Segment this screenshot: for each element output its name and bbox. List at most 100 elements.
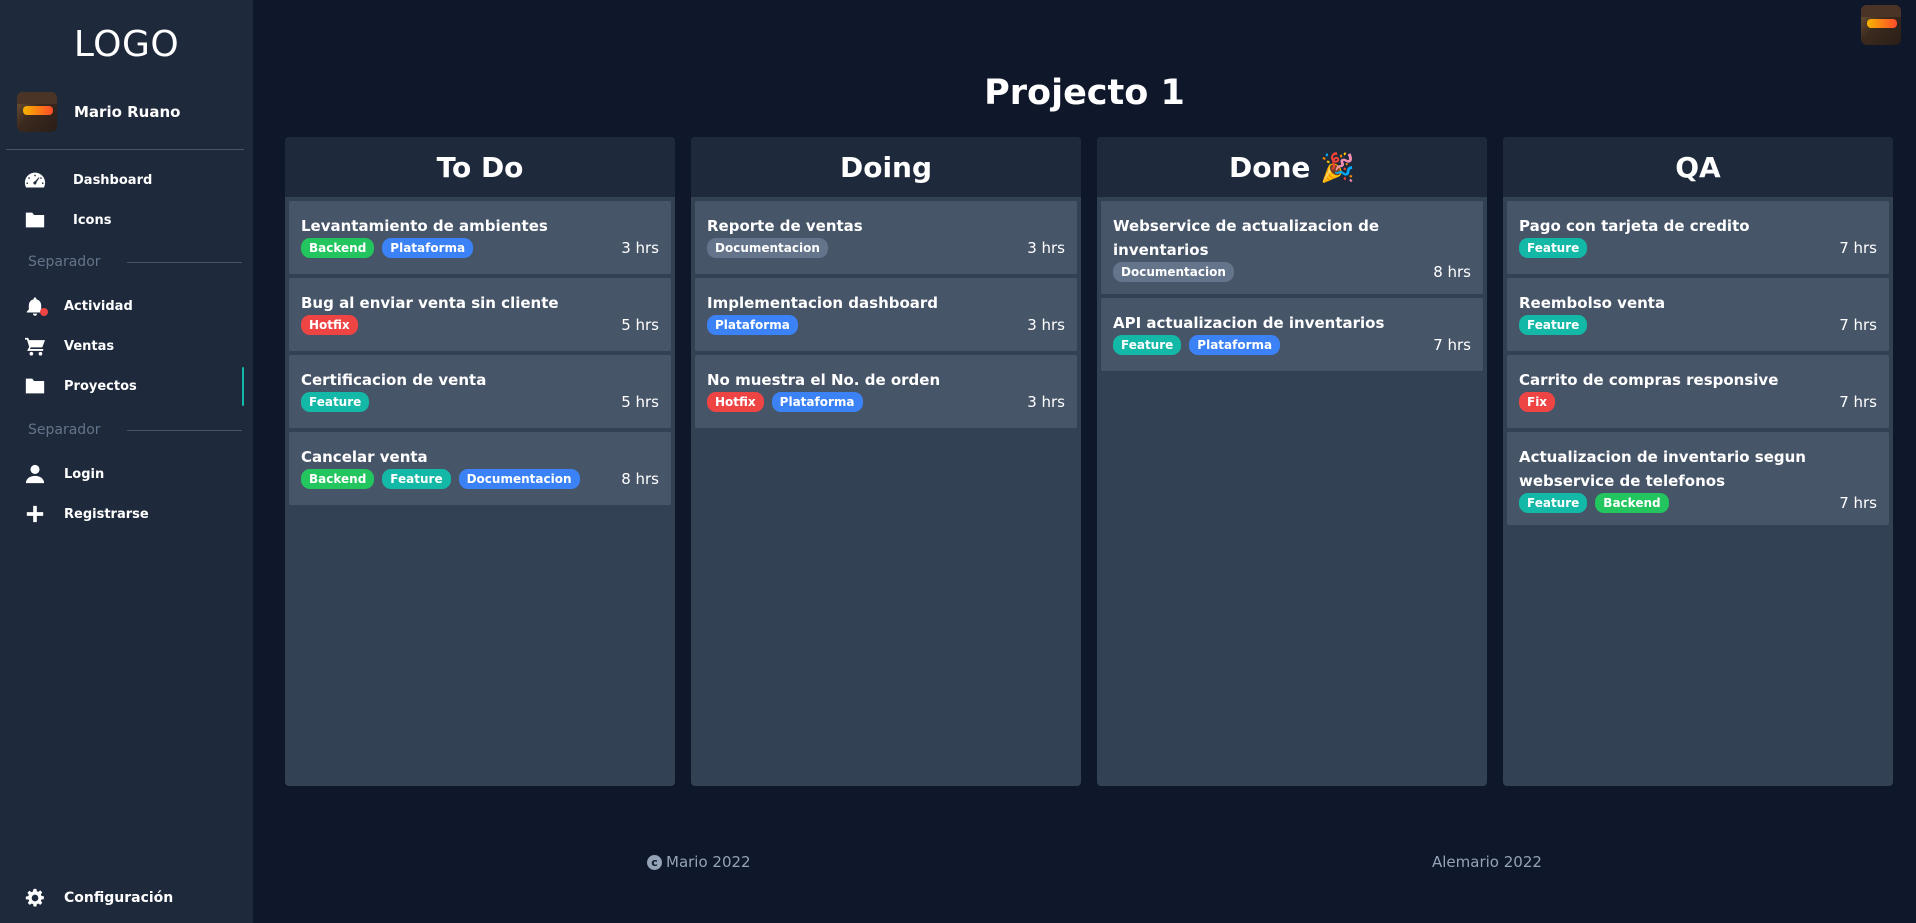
sidebar-item-actividad[interactable]: Actividad — [24, 296, 133, 316]
column-header: QA — [1503, 137, 1893, 197]
card-hours: 8 hrs — [1433, 263, 1471, 281]
card-hours: 7 hrs — [1839, 316, 1877, 334]
top-avatar[interactable] — [1861, 5, 1901, 45]
tag-fix: Fix — [1519, 392, 1556, 412]
column-qa: QA Pago con tarjeta de credito Feature 7… — [1503, 137, 1893, 786]
plus-icon — [26, 505, 44, 523]
sidebar-item-ventas[interactable]: Ventas — [24, 336, 114, 356]
footer-right-text: Alemario 2022 — [1432, 853, 1542, 871]
task-card[interactable]: Actualizacion de inventario segun webser… — [1507, 432, 1889, 525]
tag-documentacion: Documentacion — [707, 238, 828, 258]
card-hours: 3 hrs — [1027, 316, 1065, 334]
card-title: Cancelar venta — [301, 448, 428, 466]
tag-feature: Feature — [1519, 315, 1588, 335]
user-name: Mario Ruano — [74, 103, 181, 121]
task-card[interactable]: Carrito de compras responsive Fix 7 hrs — [1507, 355, 1889, 428]
card-title: Levantamiento de ambientes — [301, 217, 548, 235]
column-doing: Doing Reporte de ventas Documentacion 3 … — [691, 137, 1081, 786]
gear-icon — [25, 888, 44, 907]
sidebar-divider — [6, 149, 244, 150]
sidebar-item-configuracion[interactable]: Configuración — [24, 888, 173, 908]
page-title: Projecto 1 — [984, 73, 1185, 113]
sidebar-item-dashboard[interactable]: Dashboard — [24, 170, 152, 190]
task-card[interactable]: No muestra el No. de orden Hotfix Plataf… — [695, 355, 1077, 428]
card-hours: 7 hrs — [1839, 494, 1877, 512]
sidebar-item-icons[interactable]: Icons — [24, 210, 111, 230]
task-card[interactable]: Webservice de actualizacion de inventari… — [1101, 201, 1483, 294]
card-title: Pago con tarjeta de credito — [1519, 217, 1750, 235]
tag-plataforma: Plataforma — [707, 315, 798, 335]
tag-feature: Feature — [1519, 238, 1588, 258]
task-card[interactable]: Levantamiento de ambientes Backend Plata… — [289, 201, 671, 274]
column-header: Doing — [691, 137, 1081, 197]
notification-dot — [40, 308, 48, 316]
tag-feature: Feature — [1113, 335, 1182, 355]
separator-label: Separador — [28, 422, 101, 438]
tag-hotfix: Hotfix — [301, 315, 358, 335]
tag-plataforma: Plataforma — [1189, 335, 1281, 355]
avatar — [17, 92, 57, 132]
card-hours: 3 hrs — [1027, 393, 1065, 411]
user-icon — [25, 464, 45, 484]
tag-feature: Feature — [301, 392, 370, 412]
card-title: Actualizacion de inventario segun webser… — [1519, 448, 1806, 490]
card-title: Bug al enviar venta sin cliente — [301, 294, 559, 312]
logo[interactable]: LOGO — [0, 24, 253, 65]
column-header: Done 🎉 — [1097, 137, 1487, 197]
gauge-icon — [24, 172, 46, 188]
task-card[interactable]: Reporte de ventas Documentacion 3 hrs — [695, 201, 1077, 274]
card-title: API actualizacion de inventarios — [1113, 314, 1385, 332]
footer-copyright: c Mario 2022 — [647, 853, 751, 871]
task-card[interactable]: Reembolso venta Feature 7 hrs — [1507, 278, 1889, 351]
sidebar-item-label: Login — [64, 466, 105, 482]
column-header: To Do — [285, 137, 675, 197]
sidebar-item-registrarse[interactable]: Registrarse — [24, 504, 149, 524]
card-title: Certificacion de venta — [301, 371, 487, 389]
task-card[interactable]: Cancelar venta Backend Feature Documenta… — [289, 432, 671, 505]
active-indicator — [242, 367, 244, 406]
sidebar: LOGO Mario Ruano Dashboard Icons Separad… — [0, 0, 253, 923]
sidebar-item-label: Configuración — [64, 890, 174, 906]
card-title: Implementacion dashboard — [707, 294, 939, 312]
task-card[interactable]: Pago con tarjeta de credito Feature 7 hr… — [1507, 201, 1889, 274]
card-hours: 7 hrs — [1433, 336, 1471, 354]
sidebar-separator: Separador — [28, 422, 242, 438]
sidebar-item-label: Icons — [73, 212, 112, 228]
card-hours: 5 hrs — [621, 316, 659, 334]
tag-hotfix: Hotfix — [707, 392, 764, 412]
task-card[interactable]: Bug al enviar venta sin cliente Hotfix 5… — [289, 278, 671, 351]
card-hours: 3 hrs — [621, 239, 659, 257]
sidebar-item-login[interactable]: Login — [24, 464, 104, 484]
column-todo: To Do Levantamiento de ambientes Backend… — [285, 137, 675, 786]
sidebar-item-label: Dashboard — [73, 172, 153, 188]
sidebar-item-proyectos[interactable]: Proyectos — [24, 376, 137, 396]
footer-left-text: Mario 2022 — [666, 853, 751, 871]
card-hours: 7 hrs — [1839, 393, 1877, 411]
card-hours: 7 hrs — [1839, 239, 1877, 257]
card-title: Carrito de compras responsive — [1519, 371, 1779, 389]
tag-plataforma: Plataforma — [771, 392, 863, 412]
sidebar-item-label: Ventas — [64, 338, 115, 354]
user-profile[interactable]: Mario Ruano — [17, 92, 180, 132]
folder-icon — [25, 378, 45, 394]
card-hours: 5 hrs — [621, 393, 659, 411]
task-card[interactable]: Certificacion de venta Feature 5 hrs — [289, 355, 671, 428]
tag-plataforma: Plataforma — [382, 238, 474, 258]
folder-icon — [25, 212, 45, 228]
column-done: Done 🎉 Webservice de actualizacion de in… — [1097, 137, 1487, 786]
cart-icon — [25, 337, 45, 356]
card-title: Reporte de ventas — [707, 217, 863, 235]
copyright-icon: c — [647, 854, 662, 870]
tag-backend: Backend — [301, 238, 375, 258]
sidebar-item-label: Proyectos — [64, 378, 137, 394]
separator-label: Separador — [28, 254, 101, 270]
card-hours: 8 hrs — [621, 470, 659, 488]
card-title: Webservice de actualizacion de inventari… — [1113, 217, 1380, 259]
sidebar-item-label: Actividad — [64, 298, 133, 314]
tag-documentacion: Documentacion — [1113, 262, 1234, 282]
tag-feature: Feature — [1519, 493, 1588, 513]
tag-backend: Backend — [301, 469, 375, 489]
task-card[interactable]: Implementacion dashboard Plataforma 3 hr… — [695, 278, 1077, 351]
tag-documentacion: Documentacion — [458, 469, 580, 489]
task-card[interactable]: API actualizacion de inventarios Feature… — [1101, 298, 1483, 371]
